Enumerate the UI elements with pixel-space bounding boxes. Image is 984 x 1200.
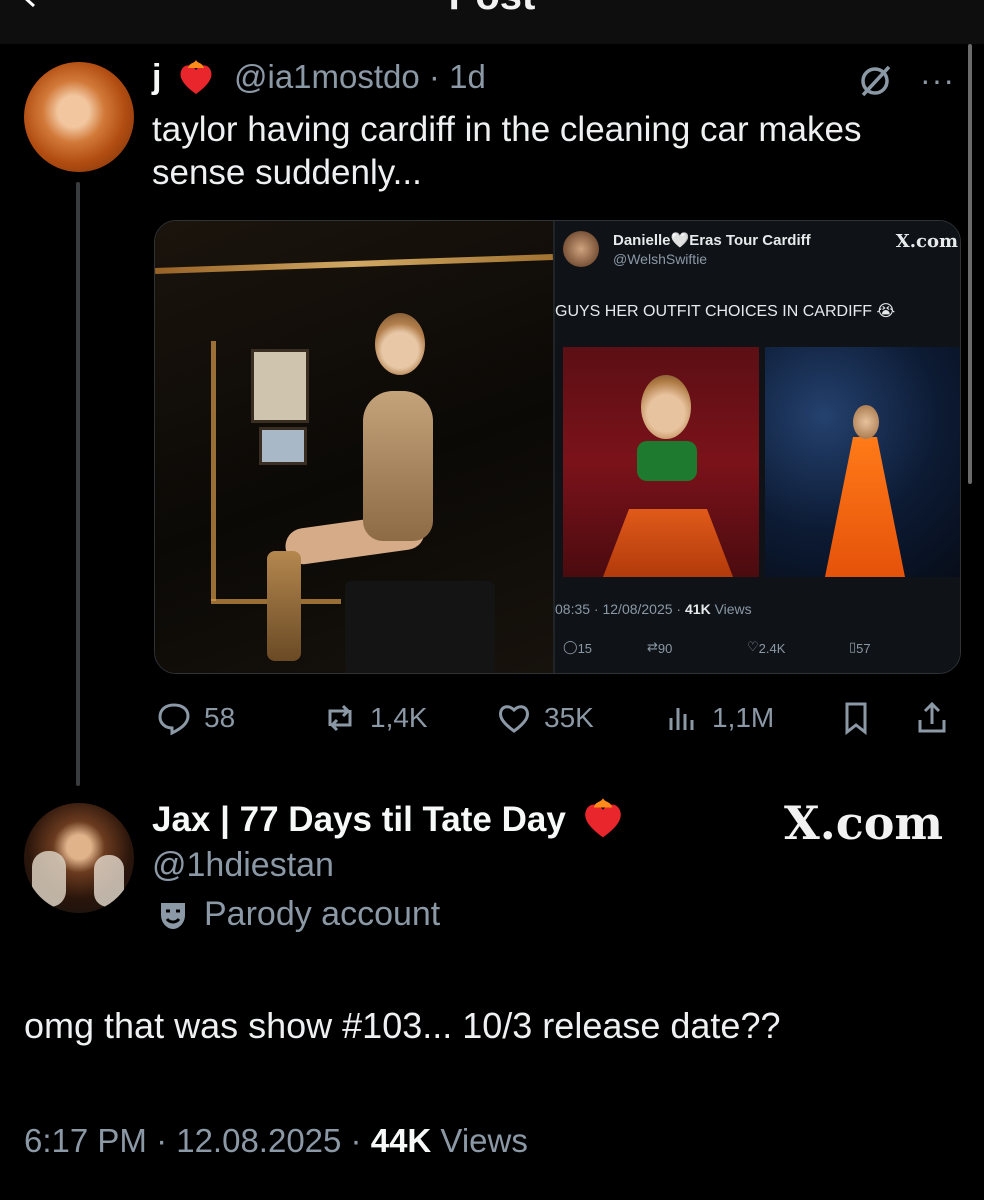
reply-button[interactable]: 58 bbox=[156, 696, 235, 740]
embed-bookmark-count: ▯ 57 bbox=[849, 639, 871, 656]
heart-on-fire-emoji bbox=[180, 60, 212, 94]
avatar[interactable] bbox=[24, 62, 134, 172]
views-button[interactable]: 1,1M bbox=[664, 696, 774, 740]
embed-brand: X.com bbox=[895, 231, 958, 252]
repost-count: 1,4K bbox=[370, 702, 428, 733]
user-handle[interactable]: @1hdiestan bbox=[152, 846, 334, 885]
more-icon[interactable]: ··· bbox=[920, 62, 955, 99]
parody-account-label: Parody account bbox=[204, 895, 441, 933]
avatar bbox=[563, 231, 599, 267]
booth-light bbox=[155, 254, 553, 274]
repost-icon bbox=[328, 704, 352, 732]
views-label: Views bbox=[431, 1122, 528, 1159]
views-count: 44K bbox=[370, 1122, 432, 1159]
embed-repost-count: ⇄ 90 bbox=[647, 639, 673, 656]
reply-icon bbox=[158, 703, 190, 736]
embed-handle: @WelshSwiftie bbox=[613, 251, 708, 267]
views-count: 1,1M bbox=[712, 702, 775, 733]
wall-frame bbox=[251, 349, 309, 423]
like-icon bbox=[499, 705, 529, 733]
embed-like-count: ♡ 2.4K bbox=[747, 639, 786, 656]
booth-light bbox=[211, 341, 216, 601]
grok-icon[interactable] bbox=[855, 61, 895, 101]
scrollbar[interactable] bbox=[968, 44, 972, 484]
figure-body bbox=[363, 391, 433, 541]
display-name[interactable]: j bbox=[152, 58, 161, 97]
photo-left[interactable] bbox=[155, 221, 553, 673]
tweet-actions: 58 1,4K 35K 1,1M bbox=[152, 696, 962, 740]
repost-button[interactable]: 1,4K bbox=[322, 696, 428, 740]
heart-on-fire-emoji bbox=[585, 798, 621, 838]
bookmark-button[interactable] bbox=[838, 696, 874, 740]
tweet-text: taylor having cardiff in the cleaning ca… bbox=[152, 110, 862, 192]
post-timestamp-views: 6:17 PM · 12.08.2025 · 44K Views bbox=[24, 1122, 528, 1160]
embed-photo-right bbox=[765, 347, 960, 577]
seat bbox=[345, 581, 495, 673]
embed-caption: GUYS HER OUTFIT CHOICES IN CARDIFF 😭 bbox=[555, 303, 896, 320]
figure-head bbox=[375, 313, 425, 375]
views-icon bbox=[669, 708, 694, 730]
thread-connector-line bbox=[76, 182, 80, 786]
embed-meta: 08:35 · 12/08/2025 · 41K Views bbox=[555, 601, 752, 617]
handle-and-time[interactable]: @ia1mostdo · 1d bbox=[234, 58, 486, 96]
share-button[interactable] bbox=[914, 696, 950, 740]
parody-mask-icon bbox=[161, 903, 185, 929]
embed-actions: ◯ 15 ⇄ 90 ♡ 2.4K ▯ 57 bbox=[555, 637, 960, 661]
top-bar: Post bbox=[0, 0, 984, 44]
embed-reply-count: ◯ 15 bbox=[563, 639, 593, 656]
bookmark-icon bbox=[845, 702, 867, 736]
figure-boot bbox=[267, 551, 301, 661]
page-title: Post bbox=[0, 0, 984, 19]
embed-photo-left bbox=[563, 347, 759, 577]
post-time[interactable]: 1d bbox=[449, 58, 486, 95]
user-handle[interactable]: @ia1mostdo bbox=[234, 58, 420, 95]
like-count: 35K bbox=[544, 702, 594, 733]
wall-frame bbox=[259, 427, 307, 465]
avatar[interactable] bbox=[24, 803, 134, 913]
tweet-text: omg that was show #103... 10/3 release d… bbox=[24, 1005, 781, 1046]
brand-watermark: X.com bbox=[784, 796, 944, 850]
embed-display-name: Danielle🤍Eras Tour Cardiff bbox=[613, 232, 811, 249]
share-icon bbox=[918, 701, 946, 733]
embedded-post-screenshot[interactable]: Danielle🤍Eras Tour Cardiff @WelshSwiftie… bbox=[553, 221, 960, 673]
like-button[interactable]: 35K bbox=[496, 696, 594, 740]
media-attachment[interactable]: Danielle🤍Eras Tour Cardiff @WelshSwiftie… bbox=[154, 220, 961, 674]
post-timestamp[interactable]: 6:17 PM · 12.08.2025 · bbox=[24, 1122, 371, 1159]
reply-count: 58 bbox=[204, 702, 236, 733]
display-name[interactable]: Jax | 77 Days til Tate Day bbox=[152, 800, 566, 840]
